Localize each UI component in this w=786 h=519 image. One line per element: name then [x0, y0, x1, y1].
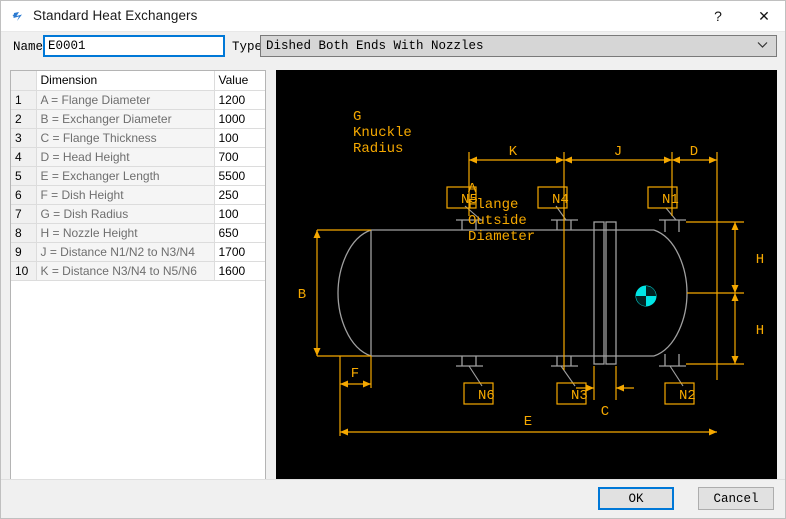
dialog-footer: OK Cancel	[1, 479, 785, 518]
label-flange-line3: Diameter	[468, 229, 535, 245]
table-row[interactable]: 2 B = Exchanger Diameter 1000	[11, 109, 265, 129]
header-row-number	[11, 71, 37, 91]
label-n5: N5	[461, 192, 478, 208]
row-number: 7	[11, 204, 37, 224]
row-dimension: A = Flange Diameter	[36, 90, 215, 110]
type-select-value: Dished Both Ends With Nozzles	[266, 39, 484, 53]
row-value[interactable]: 100	[214, 204, 265, 224]
chevron-down-icon	[752, 41, 776, 51]
row-value[interactable]: 700	[214, 147, 265, 167]
row-value[interactable]: 5500	[214, 166, 265, 186]
label-n3: N3	[571, 388, 588, 404]
dimension-grid[interactable]: Dimension Value 1 A = Flange Diameter 12…	[10, 70, 266, 481]
label-knuckle-line2: Radius	[353, 141, 403, 157]
label-h-lower: H	[756, 323, 764, 339]
label-knuckle-g: G	[353, 109, 361, 125]
row-number: 5	[11, 166, 37, 186]
name-label: Name	[13, 40, 44, 54]
window-title: Standard Heat Exchangers	[33, 8, 198, 23]
lightning-bolt-icon	[10, 8, 28, 26]
row-dimension: J = Distance N1/N2 to N3/N4	[36, 242, 215, 262]
table-row[interactable]: 1 A = Flange Diameter 1200	[11, 90, 265, 110]
label-j: J	[614, 144, 622, 160]
label-f: F	[351, 366, 359, 382]
row-number: 9	[11, 242, 37, 262]
table-row[interactable]: 5 E = Exchanger Length 5500	[11, 166, 265, 186]
row-number: 8	[11, 223, 37, 243]
close-button[interactable]: ✕	[741, 1, 785, 31]
title-bar: Standard Heat Exchangers ? ✕	[1, 1, 785, 32]
table-row[interactable]: 7 G = Dish Radius 100	[11, 204, 265, 224]
diagram-text-labels: K J D B F E C H H G Knuckle Radius A Fla…	[298, 109, 764, 430]
label-d: D	[690, 144, 698, 160]
table-row[interactable]: 10 K = Distance N3/N4 to N5/N6 1600	[11, 261, 265, 281]
type-select[interactable]: Dished Both Ends With Nozzles	[260, 35, 777, 57]
orientation-marker-icon	[635, 285, 657, 307]
table-row[interactable]: 4 D = Head Height 700	[11, 147, 265, 167]
label-n6: N6	[478, 388, 495, 404]
label-k: K	[509, 144, 518, 160]
row-number: 1	[11, 90, 37, 110]
row-dimension: G = Dish Radius	[36, 204, 215, 224]
table-row[interactable]: 8 H = Nozzle Height 650	[11, 223, 265, 243]
ok-button[interactable]: OK	[598, 487, 674, 510]
row-dimension: F = Dish Height	[36, 185, 215, 205]
header-dimension: Dimension	[36, 71, 215, 91]
help-button[interactable]: ?	[695, 1, 741, 31]
row-dimension: K = Distance N3/N4 to N5/N6	[36, 261, 215, 281]
row-dimension: H = Nozzle Height	[36, 223, 215, 243]
label-flange-line2: Outside	[468, 213, 527, 229]
heat-exchanger-drawing[interactable]: K J D B F E C H H G Knuckle Radius A Fla…	[276, 70, 777, 481]
row-dimension: C = Flange Thickness	[36, 128, 215, 148]
row-value[interactable]: 250	[214, 185, 265, 205]
table-row[interactable]: 3 C = Flange Thickness 100	[11, 128, 265, 148]
label-c: C	[601, 404, 609, 420]
grid-header-row: Dimension Value	[11, 71, 265, 91]
name-input[interactable]	[43, 35, 225, 57]
label-n1: N1	[662, 192, 679, 208]
table-row[interactable]: 6 F = Dish Height 250	[11, 185, 265, 205]
row-dimension: B = Exchanger Diameter	[36, 109, 215, 129]
type-label: Type	[232, 40, 263, 54]
row-value[interactable]: 650	[214, 223, 265, 243]
row-number: 4	[11, 147, 37, 167]
label-b: B	[298, 287, 306, 303]
form-row: Name Type Dished Both Ends With Nozzles	[1, 32, 785, 63]
label-n4: N4	[552, 192, 569, 208]
row-dimension: E = Exchanger Length	[36, 166, 215, 186]
label-h-upper: H	[756, 252, 764, 268]
row-number: 2	[11, 109, 37, 129]
label-e: E	[524, 414, 532, 430]
cancel-button[interactable]: Cancel	[698, 487, 774, 510]
grid-body: 1 A = Flange Diameter 1200 2 B = Exchang…	[11, 90, 265, 281]
row-value[interactable]: 100	[214, 128, 265, 148]
table-row[interactable]: 9 J = Distance N1/N2 to N3/N4 1700	[11, 242, 265, 262]
row-number: 10	[11, 261, 37, 281]
label-n2: N2	[679, 388, 696, 404]
row-number: 6	[11, 185, 37, 205]
row-dimension: D = Head Height	[36, 147, 215, 167]
row-value[interactable]: 1600	[214, 261, 265, 281]
dialog-window: Standard Heat Exchangers ? ✕ Name Type D…	[0, 0, 786, 519]
row-value[interactable]: 1000	[214, 109, 265, 129]
row-number: 3	[11, 128, 37, 148]
row-value[interactable]: 1200	[214, 90, 265, 110]
label-knuckle-line1: Knuckle	[353, 125, 412, 141]
row-value[interactable]: 1700	[214, 242, 265, 262]
header-value: Value	[214, 71, 265, 91]
